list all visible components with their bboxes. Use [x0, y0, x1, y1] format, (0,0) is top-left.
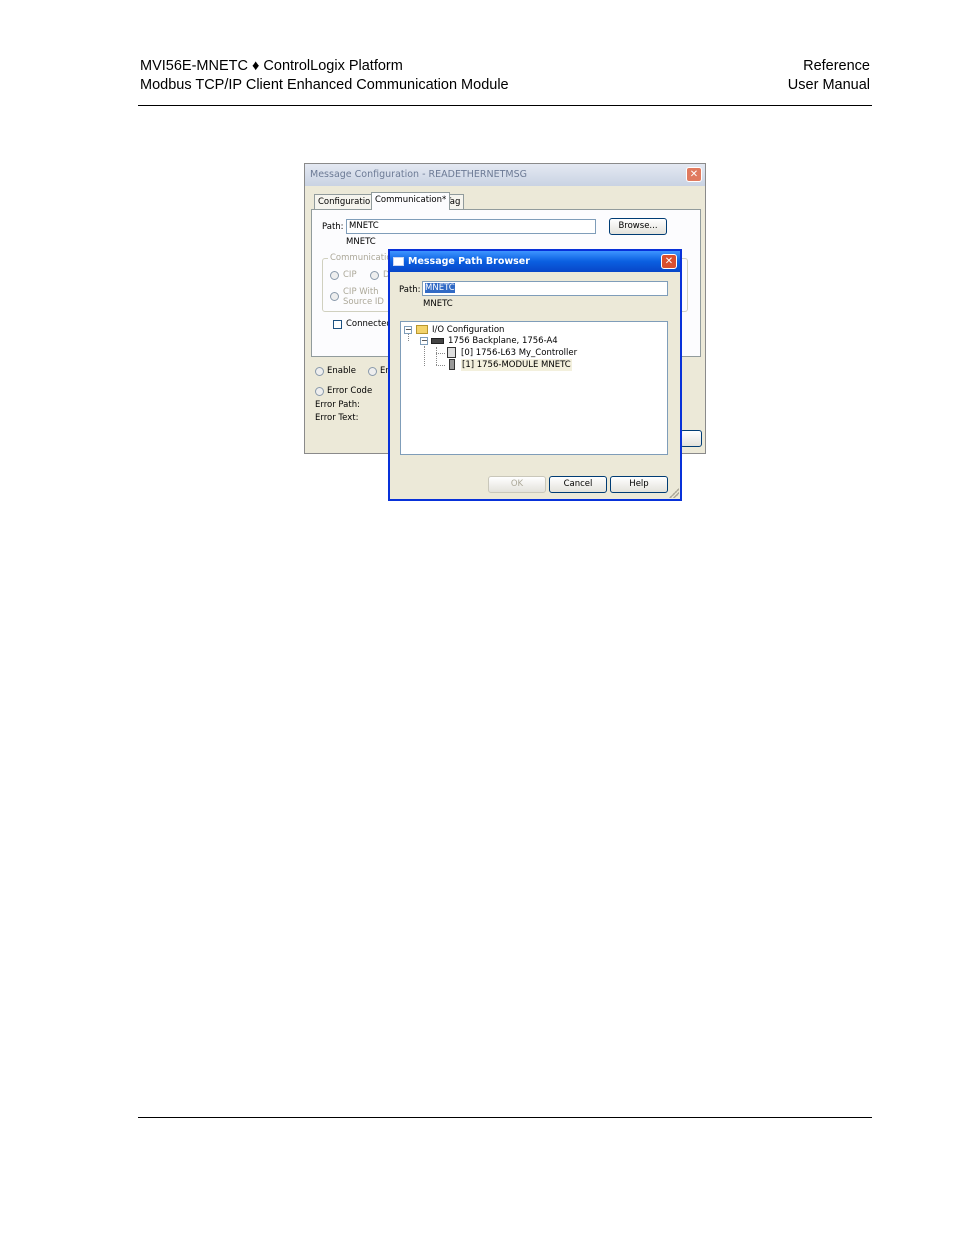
- dh-plus-radio[interactable]: [370, 271, 379, 280]
- header-module-line: Modbus TCP/IP Client Enhanced Communicat…: [140, 77, 509, 93]
- message-configuration-titlebar[interactable]: Message Configuration - READETHERNETMSG …: [305, 164, 705, 186]
- resize-grip-icon[interactable]: [669, 488, 679, 498]
- browser-path-label: Path:: [399, 285, 421, 295]
- help-button[interactable]: Help: [610, 476, 668, 493]
- controller-icon: [447, 347, 456, 358]
- partially-hidden-button[interactable]: [680, 430, 702, 447]
- connected-checkbox[interactable]: [333, 320, 342, 329]
- browse-button[interactable]: Browse...: [609, 218, 667, 235]
- error-path-label: Error Path:: [315, 400, 360, 410]
- tab-communication[interactable]: Communication*: [371, 192, 451, 210]
- message-configuration-title: Message Configuration - READETHERNETMSG: [310, 169, 528, 180]
- close-icon[interactable]: ✕: [686, 167, 702, 182]
- tree-line: [436, 347, 437, 365]
- cip-with-source-id-radio[interactable]: [330, 292, 339, 301]
- collapse-icon[interactable]: −: [404, 326, 412, 334]
- collapse-icon[interactable]: −: [420, 337, 428, 345]
- error-code-label: Error Code: [327, 386, 373, 396]
- cancel-button[interactable]: Cancel: [549, 476, 607, 493]
- backplane-icon: [431, 338, 444, 344]
- path-display: MNETC: [346, 237, 376, 247]
- enable-waiting-indicator: [368, 367, 377, 376]
- source-id-label: Source ID: [343, 297, 384, 307]
- path-label: Path:: [322, 222, 344, 232]
- footer-rule: [138, 1117, 872, 1118]
- window-icon: [393, 257, 404, 266]
- cip-with-label: CIP With: [343, 287, 379, 297]
- tree-item-module[interactable]: [1] 1756-MODULE MNETC: [461, 359, 572, 371]
- enable-indicator: [315, 367, 324, 376]
- module-icon: [449, 359, 455, 370]
- header-rule: [138, 105, 872, 106]
- path-input[interactable]: MNETC: [346, 219, 596, 234]
- tree-line: [436, 365, 445, 366]
- tree-item-controller[interactable]: [0] 1756-L63 My_Controller: [461, 347, 577, 359]
- tree-line: [436, 353, 445, 354]
- io-tree-view[interactable]: − I/O Configuration − 1756 Backplane, 17…: [400, 321, 668, 455]
- close-icon[interactable]: ✕: [661, 254, 677, 269]
- ok-button[interactable]: OK: [488, 476, 546, 493]
- message-path-browser-dialog: Message Path Browser ✕ Path: MNETC MNETC…: [388, 249, 682, 501]
- cip-radio[interactable]: [330, 271, 339, 280]
- tree-line: [408, 334, 409, 341]
- header-product-line: MVI56E-MNETC ♦ ControlLogix Platform: [140, 58, 403, 74]
- tree-line: [424, 346, 425, 366]
- message-path-browser-title: Message Path Browser: [408, 256, 530, 267]
- folder-icon: [416, 325, 428, 334]
- browser-path-display: MNETC: [423, 299, 453, 309]
- error-code-indicator: [315, 387, 324, 396]
- header-left: MVI56E-MNETC ♦ ControlLogix Platform Mod…: [140, 57, 509, 95]
- message-path-browser-titlebar[interactable]: Message Path Browser ✕: [390, 251, 680, 272]
- browser-path-input[interactable]: MNETC: [422, 281, 668, 296]
- tab-configuration[interactable]: Configuration: [314, 194, 380, 209]
- header-reference: Reference: [803, 58, 870, 74]
- browser-path-value: MNETC: [425, 283, 455, 293]
- header-right: Reference User Manual: [788, 57, 870, 95]
- header-user-manual: User Manual: [787, 77, 870, 93]
- error-text-label: Error Text:: [315, 413, 359, 423]
- tree-item-backplane[interactable]: 1756 Backplane, 1756-A4: [448, 335, 558, 347]
- enable-label: Enable: [327, 366, 356, 376]
- cip-label: CIP: [343, 270, 357, 280]
- connected-label: Connected: [346, 319, 392, 329]
